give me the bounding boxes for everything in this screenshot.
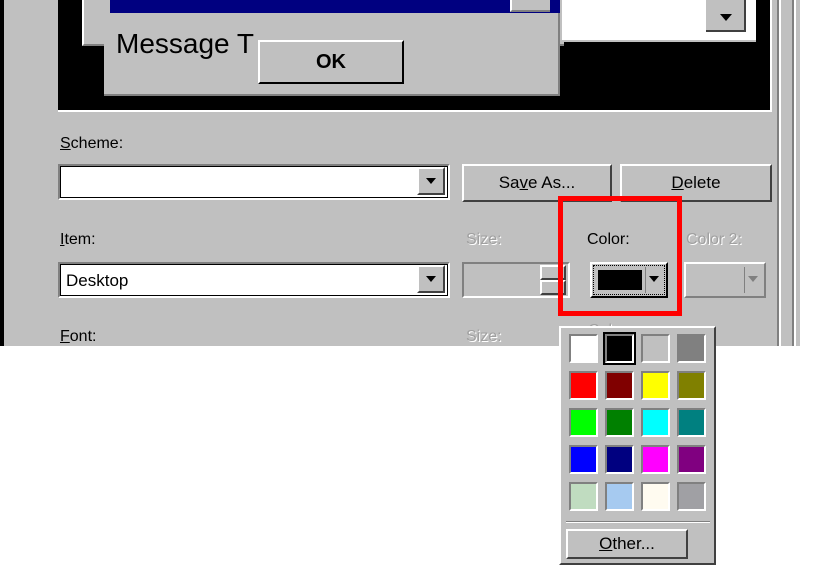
- delete-label: Delete: [671, 173, 721, 192]
- color-swatch[interactable]: [677, 445, 706, 474]
- chevron-down-icon: [720, 14, 732, 21]
- scheme-dropdown[interactable]: [58, 164, 450, 200]
- preview-titlebar[interactable]: [110, 0, 560, 13]
- font-label-text: ont:: [69, 328, 97, 345]
- save-as-label: Save As...: [498, 173, 576, 192]
- color-swatch[interactable]: [569, 371, 598, 400]
- chevron-down-icon: [426, 178, 436, 184]
- item-color2-button[interactable]: [684, 262, 766, 298]
- chevron-down-icon: [748, 276, 758, 282]
- scheme-label-text: cheme:: [70, 135, 124, 152]
- color-swatch[interactable]: [569, 445, 598, 474]
- color-swatch[interactable]: [569, 482, 598, 511]
- item-value: Desktop: [66, 271, 129, 290]
- color-swatch[interactable]: [641, 445, 670, 474]
- color-swatch[interactable]: [569, 334, 598, 363]
- other-label-text: ther...: [612, 534, 655, 553]
- highlight-annotation: [558, 196, 682, 316]
- color-swatch[interactable]: [641, 408, 670, 437]
- delete-accel: D: [671, 173, 684, 192]
- color-swatch[interactable]: [569, 408, 598, 437]
- dialog-right-edge-highlight: [779, 0, 781, 346]
- picker-divider: [566, 521, 710, 523]
- scheme-label-accel: S: [60, 135, 71, 152]
- color-swatch[interactable]: [605, 482, 634, 511]
- other-label: Other...: [599, 534, 655, 554]
- color2-button-divider: [744, 267, 745, 293]
- item-color2-label: Color 2:: [686, 231, 743, 248]
- preview-close-button[interactable]: [510, 0, 550, 12]
- dialog-outer-edge-highlight: [794, 0, 796, 346]
- item-dropdown[interactable]: Desktop: [58, 262, 450, 298]
- font-label-accel: F: [60, 328, 70, 345]
- color-swatch[interactable]: [641, 482, 670, 511]
- item-label-text: tem:: [64, 231, 96, 248]
- font-size-label: Size:: [466, 328, 502, 345]
- preview-ok-button[interactable]: OK: [258, 40, 404, 84]
- font-label: Font:: [60, 328, 96, 346]
- color-swatch[interactable]: [605, 371, 634, 400]
- color-swatch[interactable]: [603, 332, 636, 365]
- dialog-left-edge: [0, 0, 4, 346]
- color-swatch[interactable]: [677, 371, 706, 400]
- color-swatch[interactable]: [677, 408, 706, 437]
- color-swatch[interactable]: [641, 371, 670, 400]
- other-accel: O: [599, 534, 613, 553]
- color-swatch[interactable]: [677, 482, 706, 511]
- color-swatch[interactable]: [605, 445, 634, 474]
- item-label: Item:: [60, 231, 96, 249]
- scheme-dropdown-button[interactable]: [417, 167, 445, 195]
- item-size-label: Size:: [466, 231, 502, 248]
- color-swatch[interactable]: [641, 334, 670, 363]
- chevron-down-icon: [426, 276, 436, 282]
- preview-message-text[interactable]: Message T: [116, 28, 254, 60]
- other-color-button[interactable]: Other...: [566, 529, 688, 559]
- color-swatch[interactable]: [605, 408, 634, 437]
- scheme-label: Scheme:: [60, 135, 123, 153]
- save-as-accel: v: [519, 173, 529, 192]
- item-dropdown-button[interactable]: [417, 265, 445, 293]
- color-swatch[interactable]: [677, 334, 706, 363]
